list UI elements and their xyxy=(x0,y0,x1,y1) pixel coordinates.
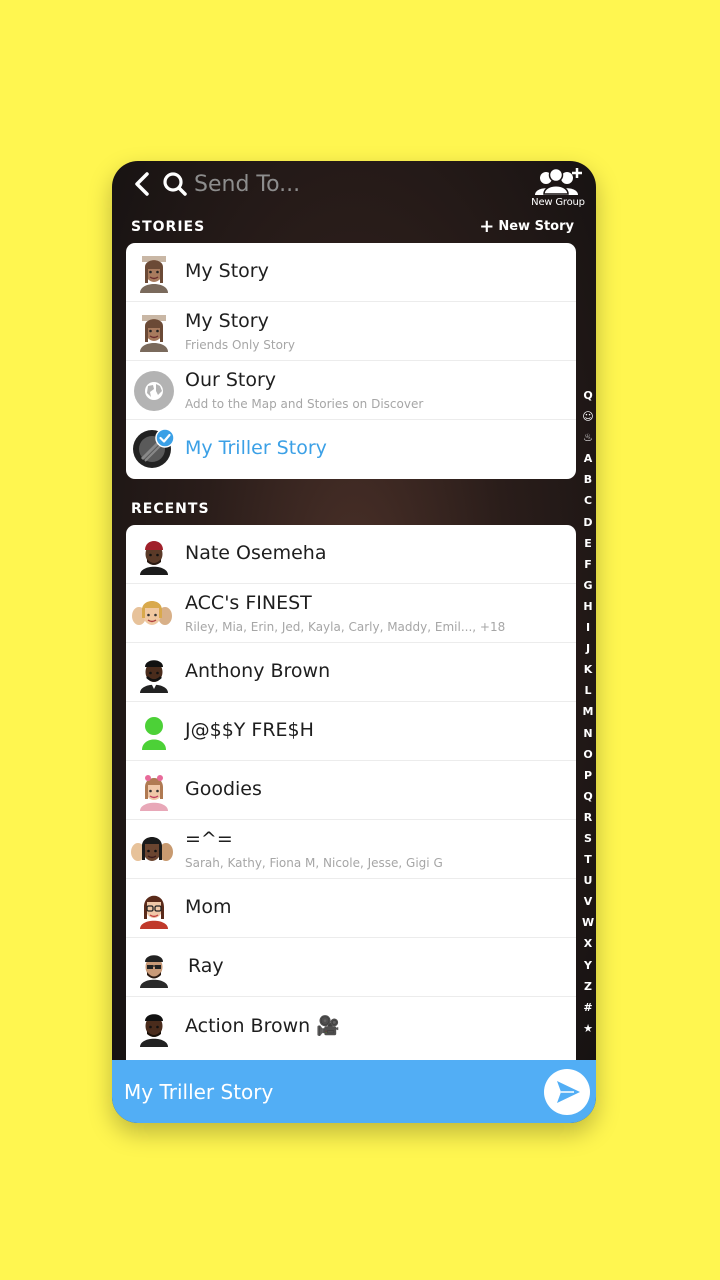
index-letter[interactable]: T xyxy=(584,849,592,870)
alphabet-index-scrubber[interactable]: Q ☺ ♨ A B C D E F G H I J K L M N O P Q R S T U V W X Y Z # ★ xyxy=(582,385,594,1039)
contact-name: Nate Osemeha xyxy=(185,542,327,564)
recent-row[interactable]: Action Brown 🎥 xyxy=(126,997,576,1056)
new-group-button[interactable]: New Group xyxy=(528,167,588,213)
recents-section-label: RECENTS xyxy=(131,501,210,517)
index-letter[interactable]: Q xyxy=(583,786,592,807)
group-avatar-icon xyxy=(131,837,173,861)
index-letter[interactable]: K xyxy=(584,659,593,680)
index-letter[interactable]: G xyxy=(583,575,592,596)
bitmoji-avatar-icon xyxy=(140,256,168,293)
story-name: My Story xyxy=(185,260,269,282)
contact-name: ACC's FINEST xyxy=(185,592,312,614)
bitmoji-avatar-icon xyxy=(140,660,168,693)
recent-row[interactable]: Anthony Brown xyxy=(126,643,576,702)
index-letter[interactable]: ♨ xyxy=(583,427,593,448)
contact-name: =^= xyxy=(185,828,233,850)
story-name: Our Story xyxy=(185,369,277,391)
index-letter[interactable]: X xyxy=(584,933,592,954)
search-icon xyxy=(162,171,188,197)
contact-name: Action Brown 🎥 xyxy=(185,1015,340,1037)
recent-row[interactable]: Goodies xyxy=(126,761,576,820)
story-name: My Triller Story xyxy=(185,437,327,459)
search-input[interactable] xyxy=(194,167,494,201)
chevron-left-icon xyxy=(135,172,149,196)
index-letter[interactable]: I xyxy=(586,617,590,638)
new-group-label: New Group xyxy=(531,197,585,208)
bitmoji-avatar-icon xyxy=(140,541,168,575)
index-letter[interactable]: D xyxy=(583,512,592,533)
default-ghost-avatar-icon xyxy=(142,717,166,750)
stories-section-label: STORIES xyxy=(131,219,206,235)
recent-row[interactable]: Ray xyxy=(126,938,576,997)
triller-story-icon xyxy=(133,428,175,468)
send-button[interactable] xyxy=(544,1069,590,1115)
contact-subtitle: Riley, Mia, Erin, Jed, Kayla, Carly, Mad… xyxy=(185,620,506,634)
index-letter[interactable]: A xyxy=(584,448,593,469)
index-letter[interactable]: E xyxy=(584,533,592,554)
bitmoji-avatar-icon xyxy=(140,315,168,352)
index-letter[interactable]: P xyxy=(584,765,592,786)
contact-name: Goodies xyxy=(185,778,262,800)
globe-icon xyxy=(134,371,174,411)
send-selected-label: My Triller Story xyxy=(124,1080,274,1104)
index-letter[interactable]: C xyxy=(584,490,592,511)
index-letter[interactable]: ☺ xyxy=(582,406,593,427)
story-subtitle: Friends Only Story xyxy=(185,338,295,352)
recents-card: Nate Osemeha ACC's FINEST Riley, Mia, Er… xyxy=(126,525,576,1065)
new-group-icon xyxy=(535,167,582,195)
index-letter[interactable]: J xyxy=(586,638,590,659)
index-letter[interactable]: L xyxy=(584,680,591,701)
index-letter[interactable]: R xyxy=(584,807,592,828)
index-letter[interactable]: F xyxy=(584,554,592,575)
story-subtitle: Add to the Map and Stories on Discover xyxy=(185,397,424,411)
bitmoji-avatar-icon xyxy=(140,955,168,988)
bitmoji-avatar-icon xyxy=(140,895,168,929)
top-bar: New Group xyxy=(112,161,596,213)
story-name: My Story xyxy=(185,310,269,332)
contact-name: Mom xyxy=(185,896,232,918)
index-letter[interactable]: B xyxy=(584,469,592,490)
index-letter[interactable]: W xyxy=(582,912,594,933)
index-letter[interactable]: V xyxy=(584,891,593,912)
group-avatar-icon xyxy=(132,601,172,625)
recent-row[interactable]: Mom xyxy=(126,879,576,938)
index-letter[interactable]: M xyxy=(583,701,594,722)
index-letter[interactable]: ★ xyxy=(583,1018,593,1039)
plus-icon: + xyxy=(479,216,495,237)
bitmoji-avatar-icon xyxy=(140,1014,168,1047)
story-row-our-story[interactable]: Our Story Add to the Map and Stories on … xyxy=(126,361,576,420)
contact-name: J@$$Y FRE$H xyxy=(185,719,314,741)
send-bar: My Triller Story xyxy=(112,1060,596,1123)
contact-name: Ray xyxy=(188,955,224,977)
index-letter[interactable]: U xyxy=(584,870,593,891)
new-story-button[interactable]: + New Story xyxy=(479,216,574,237)
stories-card: My Story My Story Friends Only Story Our… xyxy=(126,243,576,479)
recent-row[interactable]: J@$$Y FRE$H xyxy=(126,702,576,761)
index-letter[interactable]: S xyxy=(584,828,592,849)
back-button[interactable] xyxy=(132,171,152,197)
story-row-friends-only[interactable]: My Story Friends Only Story xyxy=(126,302,576,361)
index-letter[interactable]: H xyxy=(583,596,592,617)
send-arrow-icon xyxy=(557,1081,580,1103)
contact-subtitle: Sarah, Kathy, Fiona M, Nicole, Jesse, Gi… xyxy=(185,856,443,870)
index-letter[interactable]: O xyxy=(583,744,592,765)
phone-screen: New Group STORIES + New Story My Story xyxy=(112,161,596,1123)
index-letter[interactable]: Z xyxy=(584,976,592,997)
contact-name: Anthony Brown xyxy=(185,660,331,682)
index-letter[interactable]: Q xyxy=(583,385,592,406)
bitmoji-avatar-icon xyxy=(140,775,168,811)
recent-row[interactable]: Nate Osemeha xyxy=(126,525,576,584)
recent-row[interactable]: =^= Sarah, Kathy, Fiona M, Nicole, Jesse… xyxy=(126,820,576,879)
story-row-my-story[interactable]: My Story xyxy=(126,243,576,302)
index-letter[interactable]: Y xyxy=(584,955,592,976)
recent-row[interactable]: ACC's FINEST Riley, Mia, Erin, Jed, Kayl… xyxy=(126,584,576,643)
index-letter[interactable]: # xyxy=(583,997,592,1018)
index-letter[interactable]: N xyxy=(583,723,592,744)
story-row-triller-selected[interactable]: My Triller Story xyxy=(126,420,576,479)
new-story-label: New Story xyxy=(498,219,574,234)
